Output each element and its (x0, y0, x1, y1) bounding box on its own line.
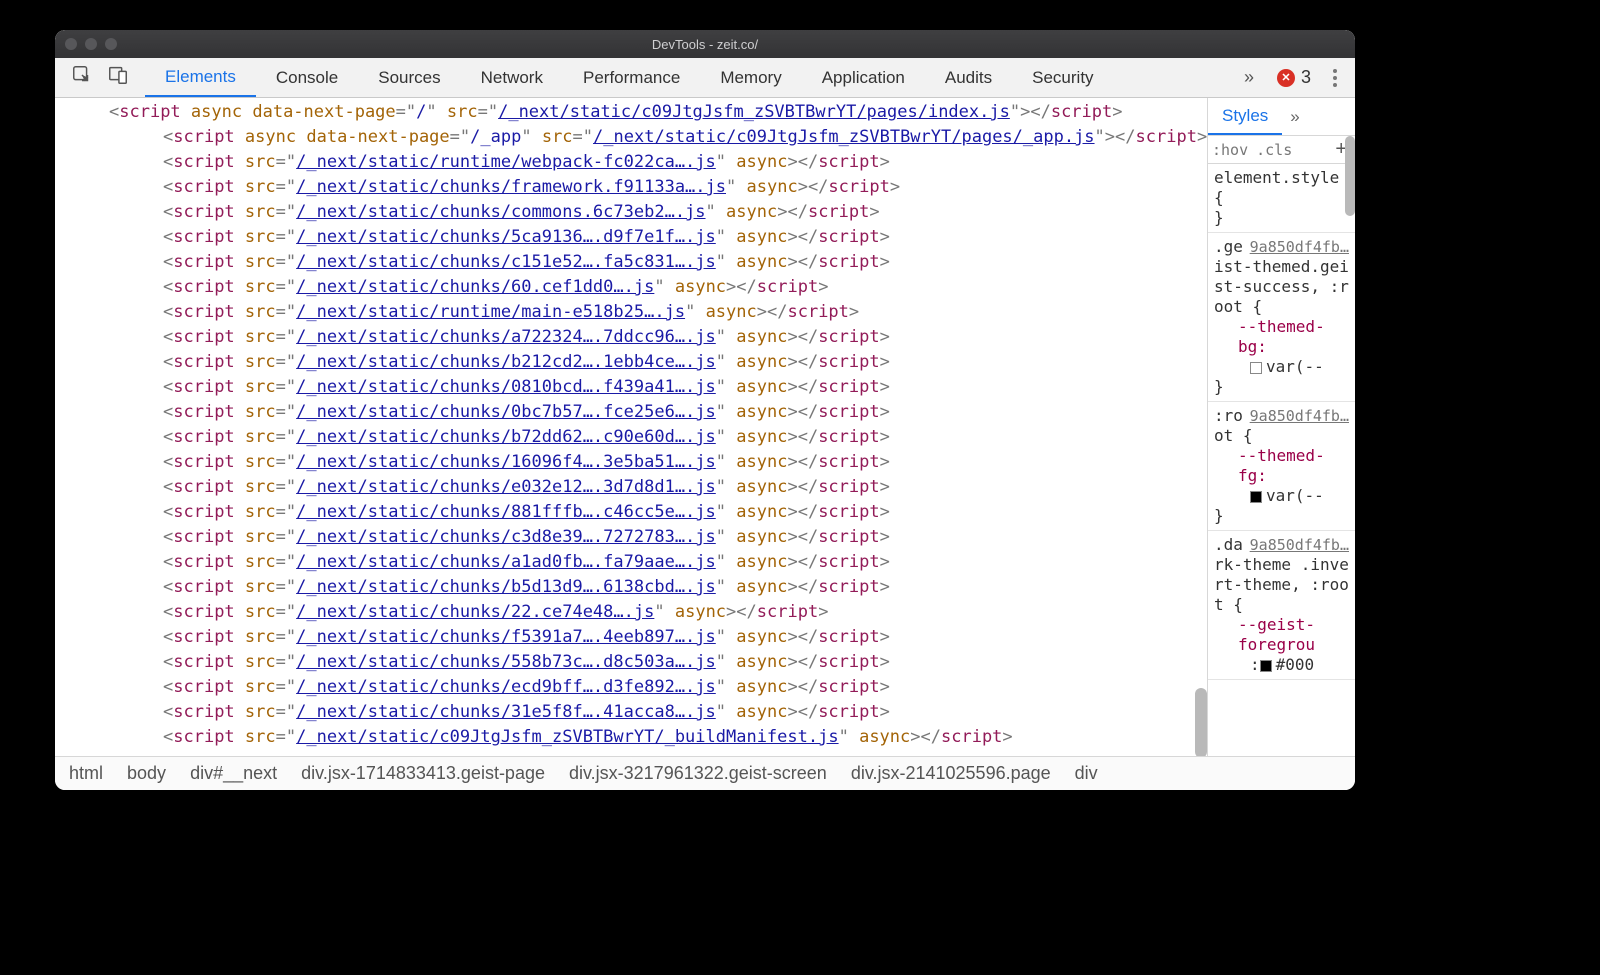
devtools-window: DevTools - zeit.co/ ElementsConsoleSourc… (55, 30, 1355, 790)
dom-node[interactable]: <script src="/_next/static/chunks/881fff… (55, 500, 1207, 525)
tab-memory[interactable]: Memory (700, 58, 801, 97)
dom-node[interactable]: <script src="/_next/static/chunks/common… (55, 200, 1207, 225)
traffic-lights[interactable] (65, 38, 117, 50)
dom-node[interactable]: <script src="/_next/static/chunks/31e5f8… (55, 700, 1207, 725)
panel-tabs: ElementsConsoleSourcesNetworkPerformance… (145, 58, 1114, 97)
dom-node[interactable]: <script src="/_next/static/chunks/558b73… (55, 650, 1207, 675)
menu-icon[interactable] (1327, 69, 1343, 87)
breadcrumb-item[interactable]: div.jsx-3217961322.geist-screen (569, 763, 827, 784)
hov-toggle[interactable]: :hov (1212, 141, 1248, 159)
error-count: 3 (1301, 67, 1311, 88)
cls-toggle[interactable]: .cls (1256, 141, 1292, 159)
main-area: <script async data-next-page="/" src="/_… (55, 98, 1355, 756)
dom-node[interactable]: <script src="/_next/static/runtime/webpa… (55, 150, 1207, 175)
more-tabs-icon[interactable]: » (1237, 67, 1261, 88)
dom-node[interactable]: <script src="/_next/static/chunks/a72232… (55, 325, 1207, 350)
dom-node[interactable]: <script src="/_next/static/chunks/f5391a… (55, 625, 1207, 650)
breadcrumb-item[interactable]: div.jsx-1714833413.geist-page (301, 763, 545, 784)
error-icon: ✕ (1277, 69, 1295, 87)
error-badge[interactable]: ✕ 3 (1277, 67, 1311, 88)
window-title: DevTools - zeit.co/ (55, 37, 1355, 52)
breadcrumb-item[interactable]: div#__next (190, 763, 277, 784)
tab-console[interactable]: Console (256, 58, 358, 97)
tab-elements[interactable]: Elements (145, 58, 256, 97)
breadcrumb-item[interactable]: div (1075, 763, 1098, 784)
dom-node[interactable]: <script src="/_next/static/chunks/60.cef… (55, 275, 1207, 300)
dom-node[interactable]: <script src="/_next/static/chunks/0bc7b5… (55, 400, 1207, 425)
tab-application[interactable]: Application (802, 58, 925, 97)
inspect-icon[interactable] (71, 64, 93, 91)
rule-root-fg[interactable]: 9a850df4fb… :root { --themed-fg: var(-- … (1208, 402, 1355, 531)
traffic-minimize[interactable] (85, 38, 97, 50)
titlebar: DevTools - zeit.co/ (55, 30, 1355, 58)
tab-sources[interactable]: Sources (358, 58, 460, 97)
breadcrumb-item[interactable]: div.jsx-2141025596.page (851, 763, 1051, 784)
dom-node[interactable]: <script src="/_next/static/chunks/b5d13d… (55, 575, 1207, 600)
elements-panel[interactable]: <script async data-next-page="/" src="/_… (55, 98, 1207, 756)
toolbar: ElementsConsoleSourcesNetworkPerformance… (55, 58, 1355, 98)
dom-node[interactable]: <script src="/_next/static/chunks/c3d8e3… (55, 525, 1207, 550)
breadcrumb-item[interactable]: html (69, 763, 103, 784)
dom-node[interactable]: <script src="/_next/static/chunks/framew… (55, 175, 1207, 200)
traffic-close[interactable] (65, 38, 77, 50)
dom-node[interactable]: <script src="/_next/static/chunks/16096f… (55, 450, 1207, 475)
dom-node[interactable]: <script src="/_next/static/chunks/5ca913… (55, 225, 1207, 250)
dom-node[interactable]: <script src="/_next/static/chunks/c151e5… (55, 250, 1207, 275)
tab-audits[interactable]: Audits (925, 58, 1012, 97)
source-link[interactable]: 9a850df4fb… (1250, 237, 1349, 257)
styles-scrollbar[interactable] (1345, 136, 1355, 216)
tab-security[interactable]: Security (1012, 58, 1113, 97)
dom-node[interactable]: <script async data-next-page="/_app" src… (55, 125, 1207, 150)
dom-node[interactable]: <script src="/_next/static/chunks/b72dd6… (55, 425, 1207, 450)
dom-node[interactable]: <script src="/_next/static/chunks/b212cd… (55, 350, 1207, 375)
dom-node[interactable]: <script src="/_next/static/c09JtgJsfm_zS… (55, 725, 1207, 750)
rule-geist-success[interactable]: 9a850df4fb… .geist-themed.geist-success,… (1208, 233, 1355, 402)
dom-node[interactable]: <script src="/_next/static/chunks/ecd9bf… (55, 675, 1207, 700)
styles-more-icon[interactable]: » (1282, 98, 1307, 135)
dom-node[interactable]: <script src="/_next/static/chunks/e032e1… (55, 475, 1207, 500)
breadcrumb-item[interactable]: body (127, 763, 166, 784)
dom-node[interactable]: <script src="/_next/static/runtime/main-… (55, 300, 1207, 325)
dom-node[interactable]: <script src="/_next/static/chunks/a1ad0f… (55, 550, 1207, 575)
device-toggle-icon[interactable] (107, 64, 129, 91)
dom-node[interactable]: <script src="/_next/static/chunks/0810bc… (55, 375, 1207, 400)
dom-node[interactable]: <script src="/_next/static/chunks/22.ce7… (55, 600, 1207, 625)
rule-element-style[interactable]: element.style { } (1208, 164, 1355, 233)
rule-dark-theme[interactable]: 9a850df4fb… .dark-theme .invert-theme, :… (1208, 531, 1355, 680)
tab-network[interactable]: Network (461, 58, 563, 97)
breadcrumb-bar: html body div#__next div.jsx-1714833413.gei… (55, 756, 1355, 790)
traffic-zoom[interactable] (105, 38, 117, 50)
styles-sidebar: Styles » :hov .cls + element.style { } 9… (1207, 98, 1355, 756)
source-link[interactable]: 9a850df4fb… (1250, 406, 1349, 426)
tab-performance[interactable]: Performance (563, 58, 700, 97)
dom-node[interactable]: <script async data-next-page="/" src="/_… (55, 100, 1207, 125)
scrollbar-thumb[interactable] (1195, 688, 1207, 756)
styles-tab[interactable]: Styles (1208, 98, 1282, 135)
source-link[interactable]: 9a850df4fb… (1250, 535, 1349, 555)
